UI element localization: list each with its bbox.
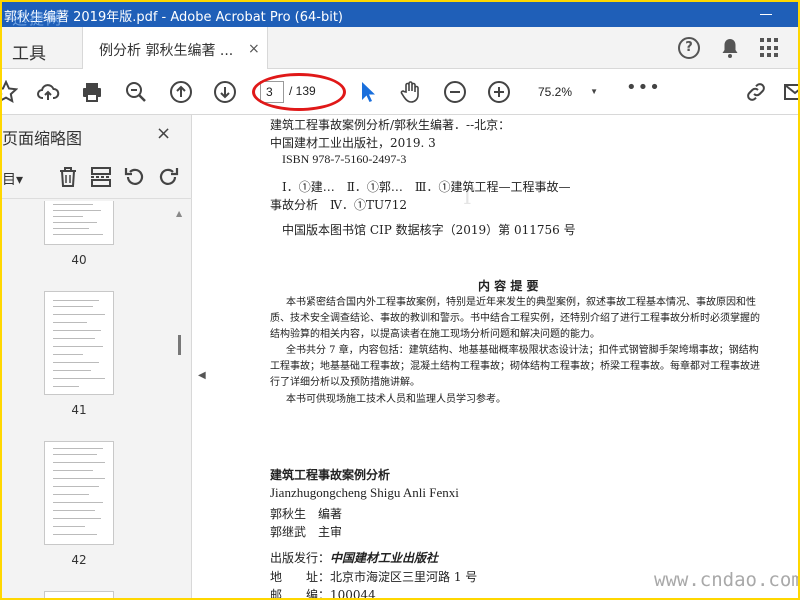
zoom-level-dropdown[interactable]: 75.2% ▼ [530, 81, 604, 103]
tools-tab[interactable]: 工具 [2, 27, 78, 69]
book-pinyin: Jianzhugongcheng Shigu Anli Fenxi [270, 485, 459, 500]
bell-icon[interactable] [718, 36, 742, 60]
cip-number: 中国版本图书馆 CIP 数据核字（2019）第 011756 号 [282, 223, 576, 237]
panel-title: 页面缩略图 [2, 129, 83, 148]
panel-options-menu[interactable]: 目▾ [2, 169, 23, 189]
collapse-panel-icon[interactable]: ◀ [198, 370, 206, 381]
cip-line: 中国建材工业出版社，2019. 3 [270, 136, 436, 150]
tab-close-icon[interactable]: × [248, 41, 260, 57]
cloud-upload-icon[interactable] [36, 80, 60, 104]
trash-icon[interactable] [56, 165, 80, 189]
more-options-icon[interactable]: ••• [626, 79, 661, 97]
title-bar: 郭秋生编著 2019年版.pdf - Adobe Acrobat Pro (64… [2, 2, 798, 28]
document-page: T 建筑工程事故案例分析/郭秋生编著．--北京： 中国建材工业出版社，2019.… [210, 115, 798, 598]
rotate-left-icon[interactable] [123, 165, 147, 189]
zoom-out-icon[interactable] [443, 80, 467, 104]
book-title: 建筑工程事故案例分析 [270, 468, 391, 482]
summary-line: 本书紧密结合国内外工程事故案例，特别是近年来发生的典型案例，叙述事故工程基本情况… [286, 297, 756, 308]
red-highlight-ellipse [252, 73, 346, 111]
next-page-icon[interactable] [213, 80, 237, 104]
link-icon[interactable] [744, 80, 768, 104]
summary-line: 质、技术安全调查结论、事故的教训和警示。书中结合工程实例，还特别介绍了进行工程事… [270, 313, 760, 324]
zoom-in-icon[interactable] [487, 80, 511, 104]
summary-line: 本书可供现场施工技术人员和监理人员学习参考。 [286, 394, 506, 405]
thumbnail-page-41[interactable] [44, 291, 114, 395]
publisher-label: 出版发行： [270, 551, 331, 565]
summary-line: 工程事故；地基基础工程事故；混凝土结构工程事故；砌体结构工程事故；桥梁工程事故。… [270, 361, 760, 372]
summary-line: 行了详细分析以及预防措施讲解。 [270, 377, 420, 388]
zoom-search-icon[interactable] [124, 80, 148, 104]
panel-toolbar: 目▾ [2, 155, 192, 199]
postcode-line: 邮 编：100044 [270, 588, 376, 598]
thumbnail-page-next[interactable] [44, 591, 114, 598]
thumbnail-scrollbar[interactable]: ▲ [174, 209, 186, 598]
summary-line: 全书共分 7 章，内容包括：建筑结构、地基基础概率极限状态设计法；扣件式钢管脚手… [286, 345, 759, 356]
thumbnail-label: 40 [71, 253, 87, 267]
panel-close-icon[interactable]: × [156, 123, 171, 144]
chevron-down-icon: ▼ [590, 87, 598, 96]
star-icon[interactable] [2, 79, 19, 104]
select-cursor-icon[interactable] [356, 80, 380, 104]
publisher-line: 出版发行：中国建材工业出版社 [270, 549, 438, 566]
reviewer-line: 郭继武 主审 [270, 525, 343, 539]
print-icon[interactable] [80, 80, 104, 104]
help-icon[interactable]: ? [678, 37, 700, 59]
cip-line: 建筑工程事故案例分析/郭秋生编著．--北京： [270, 118, 511, 132]
author-line: 郭秋生 编著 [270, 507, 343, 521]
classification-line: 事故分析 Ⅳ．①TU712 [270, 198, 408, 212]
main-toolbar: 3 / 139 75.2% ▼ ••• [2, 69, 798, 115]
thumbnail-label: 41 [71, 403, 87, 417]
scrollbar-thumb[interactable] [178, 335, 181, 355]
scroll-up-icon[interactable]: ▲ [176, 209, 182, 218]
overlay-watermark: 迅捷网 [12, 10, 64, 28]
menu-row: 工具 例分析 郭秋生编著 ... × ? [2, 27, 798, 69]
isbn-line: ISBN 978-7-5160-2497-3 [282, 152, 407, 166]
apps-grid-icon[interactable] [760, 38, 780, 58]
thumbnail-list: 40 41 42 [2, 201, 192, 598]
send-icon[interactable] [784, 80, 798, 104]
zoom-level-value: 75.2% [538, 85, 573, 99]
thumbnail-panel: 页面缩略图 × 目▾ 40 41 42 ▲ [2, 115, 192, 598]
address-line: 地 址：北京市海淀区三里河路 1 号 [270, 570, 478, 584]
rotate-right-icon[interactable] [156, 165, 180, 189]
acrobat-window: 郭秋生编著 2019年版.pdf - Adobe Acrobat Pro (64… [2, 2, 798, 598]
site-watermark: www.cndao.com [654, 569, 798, 591]
thumbnail-page-40[interactable] [44, 201, 114, 245]
classification-line: Ⅰ．①建… Ⅱ．①郭… Ⅲ．①建筑工程—工程事故— [282, 180, 571, 194]
publisher-name: 中国建材工业出版社 [330, 551, 439, 565]
hand-tool-icon[interactable] [398, 80, 422, 104]
minimize-button[interactable] [754, 4, 778, 24]
summary-title: 内 容 提 要 [478, 279, 539, 293]
summary-line: 结构验算的相关内容，以提高读者在施工现场分析问题和解决问题的能力。 [270, 329, 600, 340]
extract-page-icon[interactable] [89, 165, 113, 189]
thumbnail-page-42[interactable] [44, 441, 114, 545]
previous-page-icon[interactable] [169, 80, 193, 104]
document-tab[interactable]: 例分析 郭秋生编著 ... [82, 27, 268, 69]
document-scrollbar[interactable] [786, 115, 798, 598]
thumbnail-label: 42 [71, 553, 87, 567]
